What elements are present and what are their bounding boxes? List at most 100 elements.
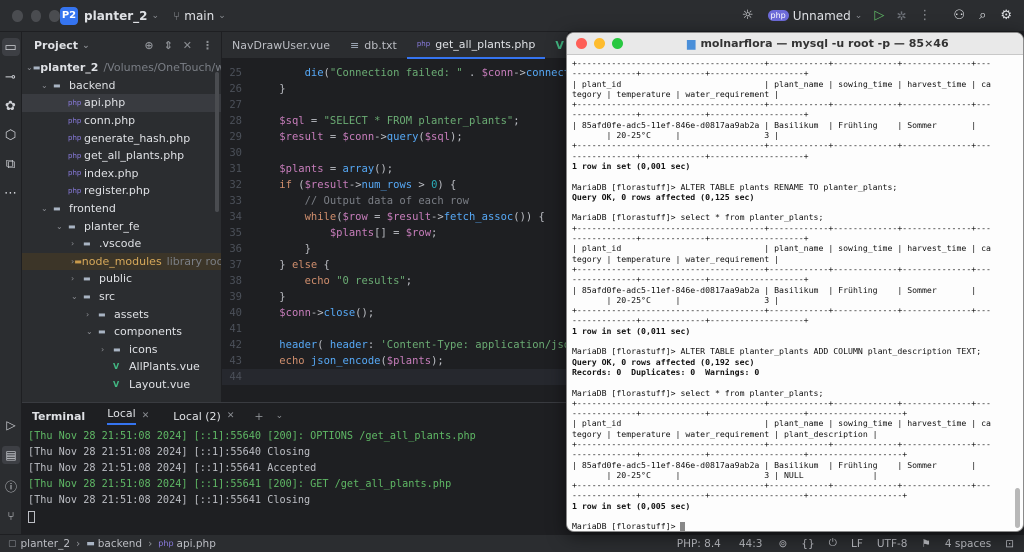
project-scrollbar[interactable] [215, 72, 219, 212]
more-actions-icon[interactable]: ⋮ [918, 8, 931, 23]
code-line[interactable]: 34 while($row = $result->fetch_assoc()) … [222, 209, 568, 225]
tree-item[interactable]: V AllPlants.vue [22, 358, 221, 376]
vcs-icon[interactable]: ⬡ [5, 128, 16, 143]
code-line[interactable]: 42 header( header: 'Content-Type: applic… [222, 337, 568, 353]
tree-item[interactable]: ⌄ ▬ planter_fe [22, 217, 221, 235]
code-line[interactable]: 29 $result = $conn->query($sql); [222, 129, 568, 145]
run-config-dropdown[interactable]: Unnamed [793, 9, 851, 23]
panel-options-icon[interactable]: ⋮ [202, 39, 213, 52]
structure-icon[interactable]: ⧉ [6, 157, 15, 172]
php-version[interactable]: PHP: 8.4 [677, 538, 721, 550]
chevron-down-icon[interactable]: ⌄ [26, 63, 33, 72]
run-icon[interactable]: ▷ [874, 8, 884, 23]
mysql-scrollbar[interactable] [1015, 488, 1020, 528]
close-window-button[interactable] [12, 9, 23, 22]
tree-item[interactable]: php conn.php [22, 112, 221, 130]
braces-icon[interactable]: {} [801, 538, 814, 550]
tree-item[interactable]: V Layout.vue [22, 376, 221, 394]
code-line[interactable]: 44 [222, 369, 568, 385]
tree-item[interactable]: › ▬ .vscode [22, 235, 221, 253]
lock-icon[interactable]: ⊡ [1005, 538, 1014, 550]
more-tools-icon[interactable]: ⋯ [4, 186, 17, 201]
tree-item[interactable]: php index.php [22, 165, 221, 183]
add-user-icon[interactable]: ⚇ [953, 8, 965, 23]
chevron-right-icon[interactable]: › [86, 310, 98, 319]
inspections-icon[interactable]: ⚑ [921, 538, 930, 550]
caret-position[interactable]: 44:3 [739, 538, 763, 550]
mysql-output[interactable]: +--------------------------------------+… [567, 55, 1023, 531]
tree-item[interactable]: php generate_hash.php [22, 129, 221, 147]
debug-bug-icon[interactable]: ☼ [742, 8, 754, 23]
project-name-dropdown[interactable]: planter_2 [84, 9, 148, 23]
code-line[interactable]: 39 } [222, 289, 568, 305]
project-folder-icon[interactable]: ▭ [1, 38, 20, 56]
chevron-right-icon[interactable]: › [71, 274, 83, 283]
settings-gear-icon[interactable]: ⚙ [1000, 8, 1012, 23]
code-line[interactable]: 37 } else { [222, 257, 568, 273]
chevron-down-icon[interactable]: ⌄ [86, 327, 98, 336]
chevron-down-icon[interactable]: ⌄ [41, 204, 53, 213]
zoom-window-button[interactable] [49, 9, 61, 22]
tree-item[interactable]: php api.php [22, 94, 221, 112]
project-panel-title[interactable]: Project [34, 39, 78, 52]
tree-item[interactable]: › ▬ icons [22, 341, 221, 359]
editor-tab[interactable]: php get_all_plants.php [406, 32, 546, 59]
terminal-output[interactable]: [Thu Nov 28 21:51:08 2024] [::1]:55640 [… [22, 429, 568, 509]
editor-tab[interactable]: NavDrawUser.vue [222, 32, 340, 59]
tree-item[interactable]: ⌄ ▬ src [22, 288, 221, 306]
editor-tab[interactable]: VP [545, 32, 568, 59]
code-line[interactable]: 30 [222, 145, 568, 161]
tree-item[interactable]: › ▬ assets [22, 305, 221, 323]
code-line[interactable]: 40 $conn->close(); [222, 305, 568, 321]
chevron-right-icon[interactable]: › [71, 239, 83, 248]
code-line[interactable]: 27 [222, 97, 568, 113]
zoom-window-button[interactable] [612, 38, 623, 49]
chevron-down-icon[interactable]: ⌄ [71, 292, 83, 301]
tree-item[interactable]: ⌄ ▬ backend [22, 77, 221, 95]
ai-assistant-icon[interactable]: ⊚ [778, 538, 787, 550]
code-line[interactable]: 25 die("Connection failed: " . $conn->co… [222, 65, 568, 81]
close-panel-icon[interactable]: ✕ [183, 39, 192, 52]
code-line[interactable]: 43 echo json_encode($plants); [222, 353, 568, 369]
code-line[interactable]: 33 // Output data of each row [222, 193, 568, 209]
services-icon[interactable]: ▷ [6, 418, 15, 432]
breadcrumb-folder[interactable]: backend [98, 538, 142, 550]
file-encoding[interactable]: UTF-8 [877, 538, 908, 550]
search-icon[interactable]: ⌕ [979, 8, 986, 23]
breadcrumb-project[interactable]: planter_2 [21, 538, 71, 550]
code-line[interactable]: 41 [222, 321, 568, 337]
code-line[interactable]: 35 $plants[] = $row; [222, 225, 568, 241]
debug-icon[interactable]: ✲ [896, 9, 906, 23]
branch-dropdown[interactable]: main [184, 9, 214, 23]
terminal-icon[interactable]: ▤ [2, 446, 20, 464]
tree-item[interactable]: ⌄ ▬ frontend [22, 200, 221, 218]
code-line[interactable]: 38 echo "0 results"; [222, 273, 568, 289]
code-line[interactable]: 28 $sql = "SELECT * FROM planter_plants"… [222, 113, 568, 129]
editor-tab[interactable]: ≡ db.txt [340, 32, 407, 59]
line-separator[interactable]: LF [851, 538, 863, 550]
breadcrumb-file[interactable]: api.php [177, 538, 216, 550]
locate-icon[interactable]: ⊕ [144, 39, 153, 52]
tree-item[interactable]: › ▬ node_modules library root [22, 252, 221, 271]
chevron-right-icon[interactable]: › [101, 345, 113, 354]
tree-item[interactable]: php get_all_plants.php [22, 147, 221, 165]
close-window-button[interactable] [576, 38, 587, 49]
code-line[interactable]: 26 } [222, 81, 568, 97]
problems-icon[interactable]: ⓘ [5, 478, 17, 495]
tree-item[interactable]: › ▬ public [22, 270, 221, 288]
indent-setting[interactable]: 4 spaces [945, 538, 991, 550]
plugins-icon[interactable]: ✿ [5, 99, 16, 114]
git-icon[interactable]: ⑂ [7, 509, 14, 523]
tree-item[interactable]: php register.php [22, 182, 221, 200]
minimize-window-button[interactable] [30, 9, 42, 22]
close-icon[interactable]: ✕ [227, 411, 235, 421]
project-badge[interactable]: P2 [60, 6, 78, 25]
chevron-down-icon[interactable]: ⌄ [41, 81, 53, 90]
terminal-tab-local[interactable]: Local [107, 407, 136, 425]
code-line[interactable]: 32 if ($result->num_rows > 0) { [222, 177, 568, 193]
expand-icon[interactable]: ⇕ [164, 39, 173, 52]
tree-item[interactable]: ⌄ ▬ components [22, 323, 221, 341]
chevron-down-icon[interactable]: ⌄ [56, 222, 68, 231]
tree-item[interactable]: ⌄▬planter_2/Volumes/OneTouch/webde [22, 59, 221, 77]
minimize-window-button[interactable] [594, 38, 605, 49]
